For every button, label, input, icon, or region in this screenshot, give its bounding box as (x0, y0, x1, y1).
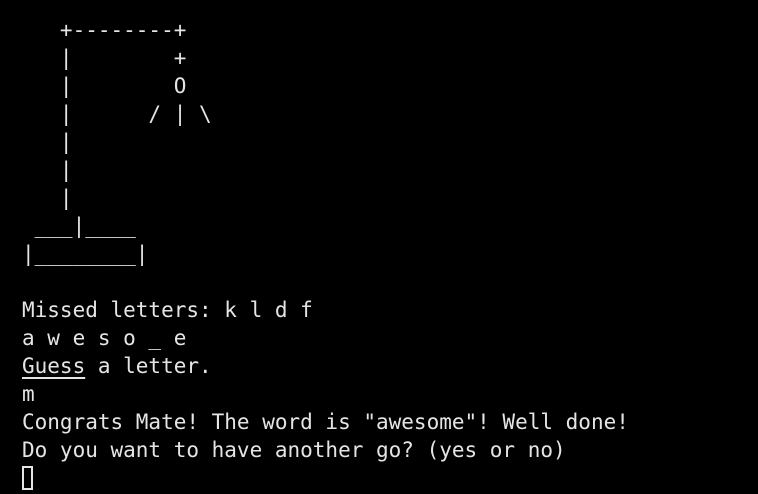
guess-word: Guess (22, 354, 86, 378)
terminal-window[interactable]: +--------+ | + | O | / | \ | | | ___|___… (0, 0, 758, 494)
terminal-output: Missed letters: k l d f a w e s o _ e Gu… (22, 296, 629, 492)
guess-prompt-rest: a letter. (85, 354, 212, 378)
guess-prompt-line: Guess a letter. (22, 352, 629, 380)
word-progress-line: a w e s o _ e (22, 326, 187, 350)
congrats-message: Congrats Mate! The word is "awesome"! We… (22, 410, 629, 434)
text-cursor[interactable] (22, 466, 33, 490)
input-line[interactable] (22, 464, 629, 492)
missed-letters-line: Missed letters: k l d f (22, 298, 313, 322)
hangman-drawing: +--------+ | + | O | / | \ | | | ___|___… (22, 18, 212, 266)
play-again-prompt: Do you want to have another go? (yes or … (22, 438, 566, 462)
user-input-line: m (22, 382, 35, 406)
